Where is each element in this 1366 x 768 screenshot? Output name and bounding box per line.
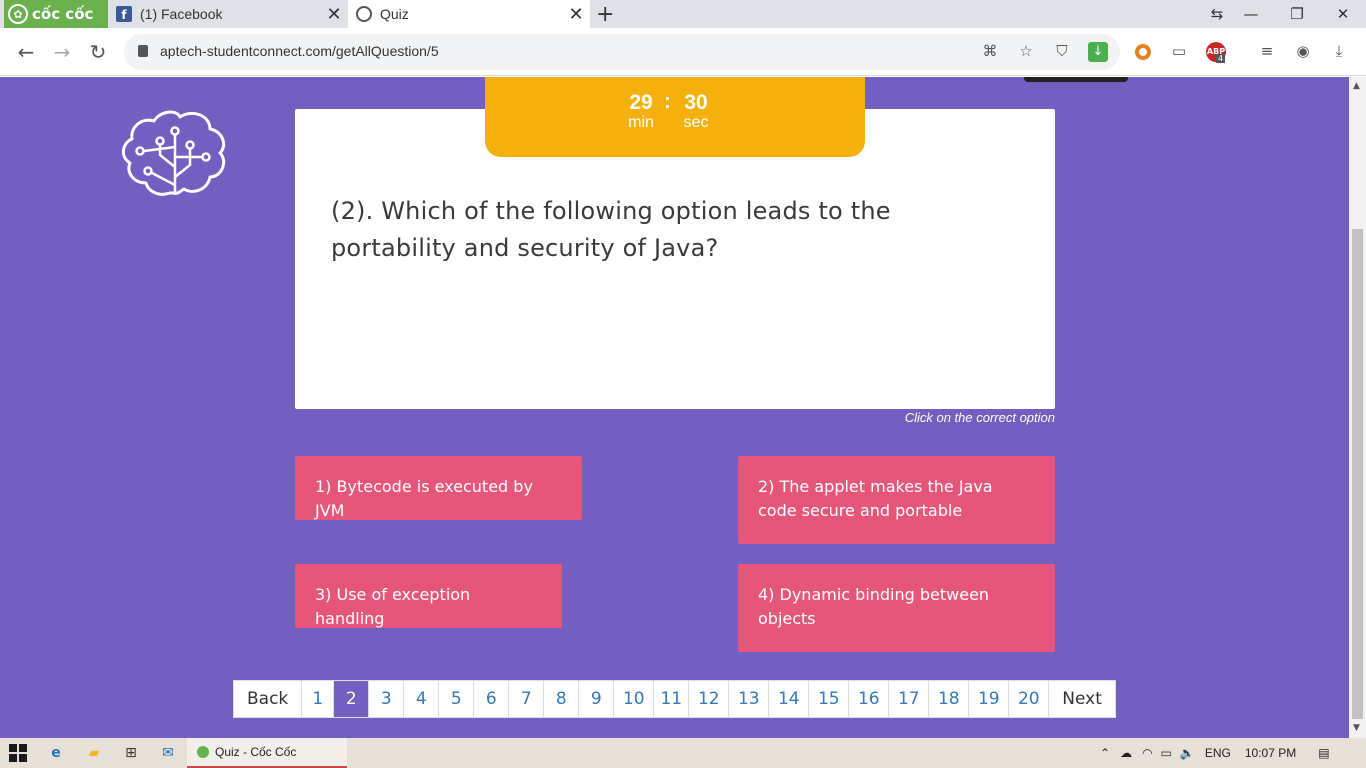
answer-option-2[interactable]: 2) The applet makes the Java code secure…: [738, 456, 1055, 544]
coccoc-menu-button[interactable]: ✿ cốc cốc: [4, 0, 108, 28]
download-tray-icon[interactable]: ⤓: [1329, 42, 1349, 62]
next-button[interactable]: Next: [1049, 681, 1115, 717]
header-decoration: [1024, 77, 1128, 82]
url-text[interactable]: aptech-studentconnect.com/getAllQuestion…: [160, 43, 439, 59]
download-icon[interactable]: ↓: [1088, 42, 1108, 62]
restore-button[interactable]: ❐: [1274, 0, 1320, 28]
profile-icon[interactable]: ◉: [1293, 42, 1313, 62]
reload-icon[interactable]: ↻: [86, 40, 110, 64]
countdown-timer: 29 : 30 min sec: [485, 77, 865, 157]
bookmark-star-icon[interactable]: ☆: [1016, 42, 1036, 62]
lock-icon: [138, 45, 148, 57]
file-explorer-icon[interactable]: ▰: [85, 744, 103, 762]
browser-toolbar: ← → ↻ aptech-studentconnect.com/getAllQu…: [0, 28, 1366, 76]
page-button[interactable]: 19: [969, 681, 1010, 717]
brain-icon: [122, 110, 226, 196]
facebook-icon: f: [116, 6, 132, 22]
battery-icon[interactable]: ▭: [1161, 746, 1172, 760]
scroll-thumb[interactable]: [1352, 229, 1363, 719]
page-button[interactable]: 1: [302, 681, 335, 717]
page-button[interactable]: 11: [654, 681, 690, 717]
timer-minutes: 29: [629, 91, 653, 114]
clock[interactable]: 10:07 PM: [1245, 746, 1296, 760]
page-button[interactable]: 12: [689, 681, 730, 717]
page-button[interactable]: 13: [729, 681, 770, 717]
question-text: (2). Which of the following option leads…: [331, 197, 891, 262]
tab-facebook[interactable]: f (1) Facebook ✕: [108, 0, 348, 28]
page-button[interactable]: 17: [889, 681, 930, 717]
wifi-icon[interactable]: ◠: [1142, 746, 1152, 760]
page-button[interactable]: 5: [439, 681, 475, 717]
minimize-button[interactable]: —: [1228, 0, 1274, 28]
page-button[interactable]: 3: [369, 681, 405, 717]
cloud-icon[interactable]: ☁: [1120, 746, 1132, 760]
timer-minutes-label: min: [628, 114, 654, 131]
back-button[interactable]: Back: [234, 681, 303, 717]
scroll-down-icon[interactable]: ▼: [1353, 723, 1360, 733]
language-indicator[interactable]: ENG: [1205, 746, 1231, 760]
page-button[interactable]: 6: [474, 681, 510, 717]
brand-label: cốc cốc: [32, 5, 94, 23]
page-button[interactable]: 18: [929, 681, 970, 717]
scroll-up-icon[interactable]: ▲: [1353, 81, 1360, 91]
shield-icon[interactable]: ⛉: [1052, 42, 1072, 62]
page-button[interactable]: 10: [614, 681, 655, 717]
tab-quiz[interactable]: Quiz ✕: [348, 0, 590, 28]
mail-icon[interactable]: ✉: [159, 744, 177, 762]
page-button[interactable]: 7: [509, 681, 545, 717]
system-tray: ⌃ ☁ ◠ ▭ 🔈 ENG 10:07 PM ▤: [1100, 738, 1330, 768]
coccoc-logo-icon: ✿: [8, 4, 28, 24]
page-button[interactable]: 14: [769, 681, 810, 717]
page-button[interactable]: 16: [849, 681, 890, 717]
timer-seconds-label: sec: [683, 114, 709, 131]
notifications-icon[interactable]: ▤: [1318, 746, 1329, 760]
page-scrollbar[interactable]: ▲ ▼: [1349, 77, 1366, 738]
back-arrow-icon[interactable]: ←: [14, 40, 38, 64]
edge-icon[interactable]: e: [47, 744, 65, 762]
close-icon[interactable]: ✕: [324, 4, 344, 25]
tray-expand-icon[interactable]: ⌃: [1100, 746, 1110, 760]
store-icon[interactable]: ⊞: [122, 744, 140, 762]
windows-taskbar: e ▰ ⊞ ✉ Quiz - Cốc Cốc ⌃ ☁ ◠ ▭ 🔈 ENG 10:…: [0, 738, 1366, 768]
new-tab-button[interactable]: +: [596, 2, 614, 27]
taskbar-window-title: Quiz - Cốc Cốc: [215, 745, 297, 759]
answer-option-3[interactable]: 3) Use of exception handling: [295, 564, 562, 628]
tab-title: (1) Facebook: [140, 6, 223, 22]
timer-seconds: 30: [684, 91, 708, 114]
window-icon[interactable]: ▭: [1169, 42, 1189, 62]
windows-start-icon[interactable]: [9, 744, 27, 762]
answer-option-4[interactable]: 4) Dynamic binding between objects: [738, 564, 1055, 652]
quiz-page: (2). Which of the following option leads…: [0, 77, 1349, 738]
coccoc-taskbar-icon: [197, 746, 209, 758]
playlist-icon[interactable]: ≡: [1257, 42, 1277, 62]
close-window-button[interactable]: ✕: [1320, 0, 1366, 28]
timer-separator: :: [664, 90, 671, 113]
volume-icon[interactable]: 🔈: [1180, 746, 1195, 760]
page-button[interactable]: 8: [544, 681, 580, 717]
instruction-hint: Click on the correct option: [904, 410, 1055, 425]
address-bar[interactable]: aptech-studentconnect.com/getAllQuestion…: [124, 34, 1120, 70]
coccoc-extension-icon[interactable]: [1135, 44, 1151, 60]
tab-strip: ✿ cốc cốc f (1) Facebook ✕ Quiz ✕ + ⇆ — …: [0, 0, 1366, 28]
translate-icon[interactable]: ⌘: [980, 42, 1000, 62]
page-button[interactable]: 15: [809, 681, 850, 717]
page-button-active[interactable]: 2: [334, 681, 370, 717]
forward-arrow-icon[interactable]: →: [50, 40, 74, 64]
extension-badge: 4: [1216, 54, 1226, 63]
question-pagination: Back 1 2 3 4 5 6 7 8 9 10 11 12 13 14 15…: [233, 680, 1116, 718]
page-button[interactable]: 4: [404, 681, 440, 717]
page-button[interactable]: 9: [579, 681, 615, 717]
answer-option-1[interactable]: 1) Bytecode is executed by JVM: [295, 456, 582, 520]
close-icon[interactable]: ✕: [566, 4, 586, 25]
tab-title: Quiz: [380, 6, 409, 22]
page-button[interactable]: 20: [1009, 681, 1050, 717]
taskbar-window-quiz[interactable]: Quiz - Cốc Cốc: [187, 738, 347, 768]
globe-icon: [356, 6, 372, 22]
